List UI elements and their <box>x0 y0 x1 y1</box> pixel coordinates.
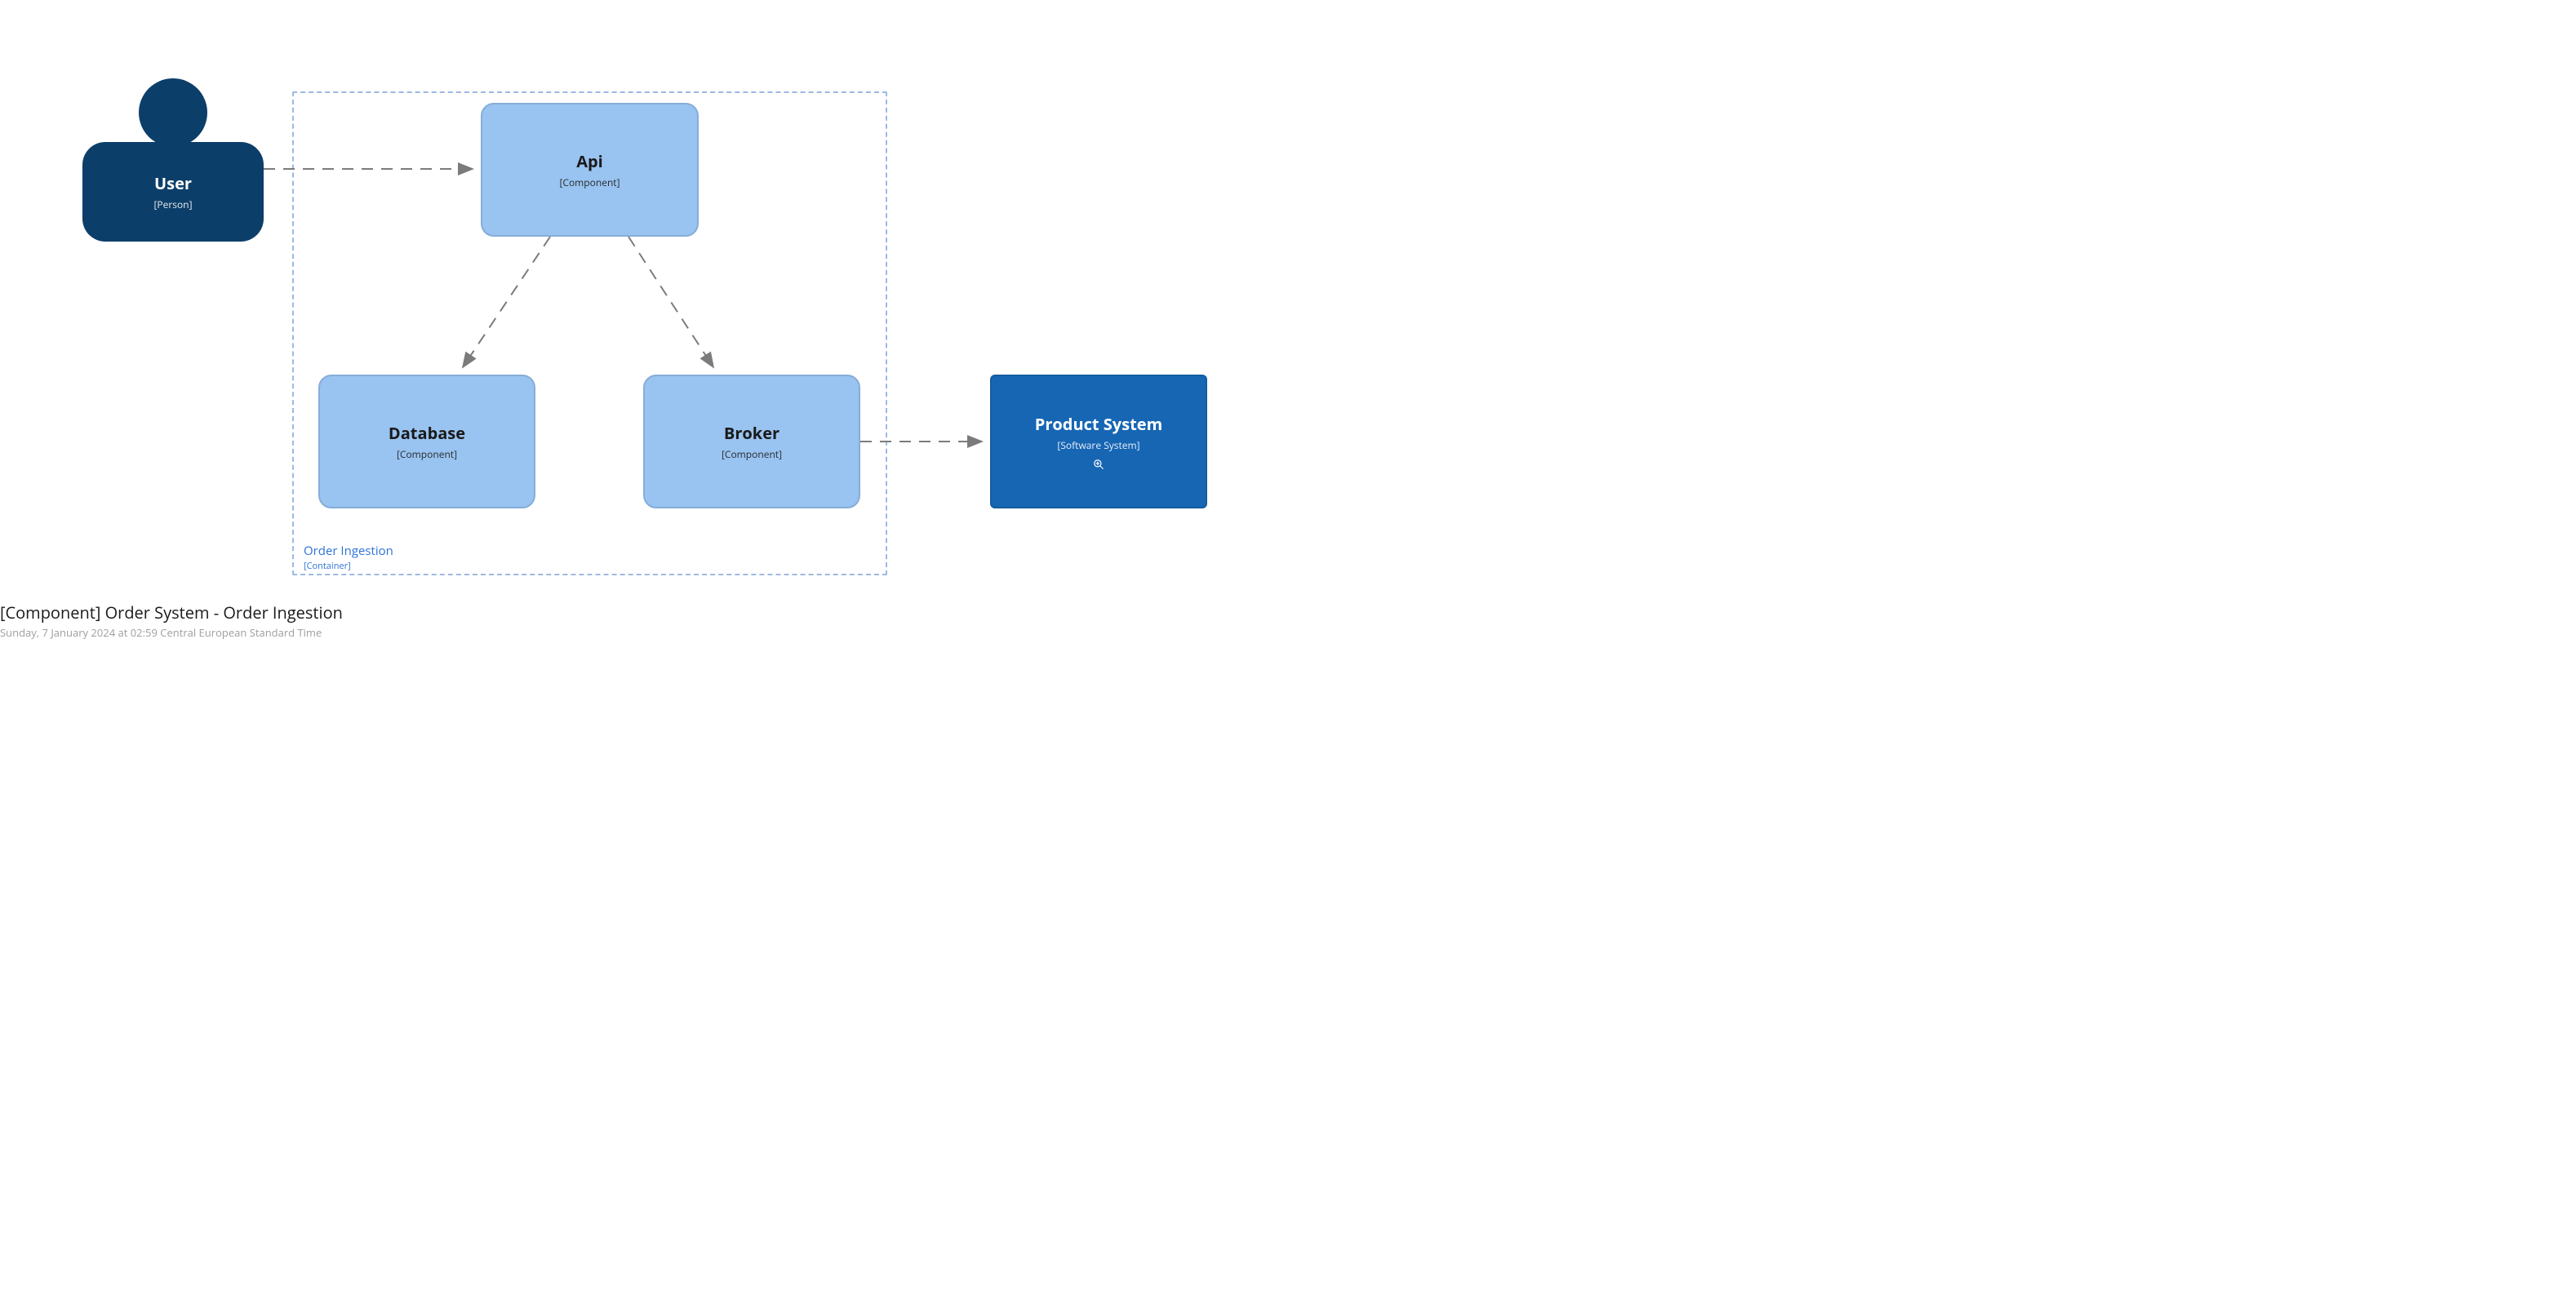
diagram-canvas: Order Ingestion [Container] User [Person… <box>0 0 1288 648</box>
container-name: Order Ingestion <box>304 544 393 559</box>
system-product[interactable]: Product System [Software System] <box>990 375 1207 508</box>
component-api[interactable]: Api [Component] <box>481 103 699 237</box>
component-api-stereo: [Component] <box>559 175 620 189</box>
component-database-name: Database <box>389 422 465 444</box>
component-broker-name: Broker <box>724 422 779 444</box>
component-database[interactable]: Database [Component] <box>318 375 535 508</box>
diagram-footer: [Component] Order System - Order Ingesti… <box>0 601 343 640</box>
system-product-name: Product System <box>1035 413 1162 435</box>
component-broker[interactable]: Broker [Component] <box>643 375 860 508</box>
diagram-timestamp: Sunday, 7 January 2024 at 02:59 Central … <box>0 625 343 640</box>
container-label: Order Ingestion [Container] <box>304 544 393 572</box>
diagram-title: [Component] Order System - Order Ingesti… <box>0 601 343 624</box>
person-text: User [Person] <box>82 172 264 211</box>
component-database-stereo: [Component] <box>397 447 457 461</box>
container-stereo: [Container] <box>304 561 393 572</box>
zoom-in-icon <box>1093 459 1104 470</box>
person-user[interactable]: User [Person] <box>82 78 264 242</box>
component-api-name: Api <box>576 150 603 172</box>
person-icon <box>82 78 264 242</box>
person-stereo: [Person] <box>82 198 264 211</box>
person-name: User <box>82 172 264 194</box>
component-broker-stereo: [Component] <box>722 447 782 461</box>
system-product-stereo: [Software System] <box>1057 438 1139 452</box>
